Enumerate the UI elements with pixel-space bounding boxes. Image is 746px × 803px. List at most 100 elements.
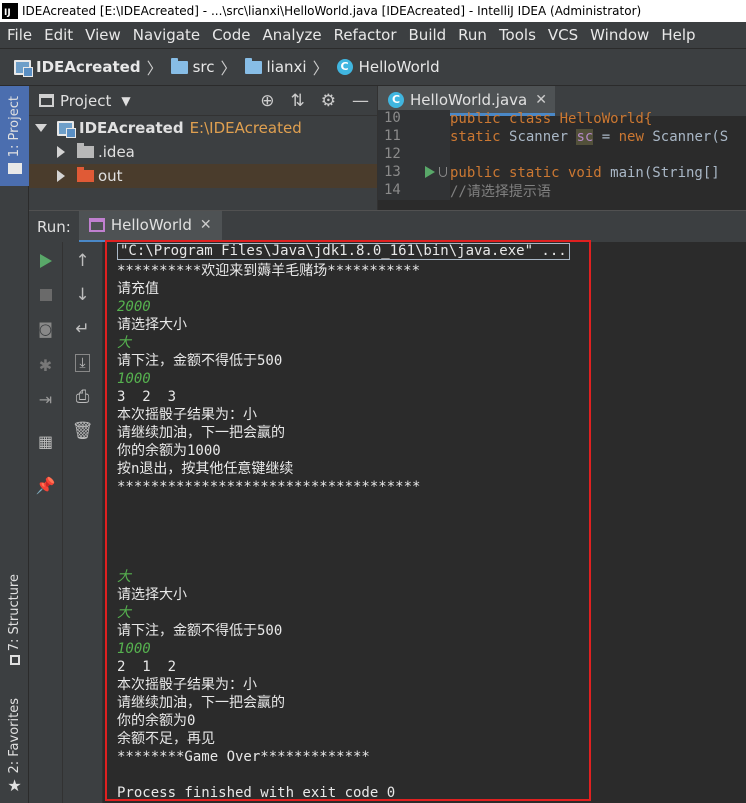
line-number: 14 — [378, 182, 422, 200]
locate-icon[interactable]: ⊕ — [260, 91, 274, 111]
dump-threads-button[interactable]: ◙ — [29, 318, 62, 340]
star-icon: ★ — [7, 775, 22, 795]
run-config-icon — [88, 218, 105, 232]
menu-vcs[interactable]: VCS — [542, 26, 584, 44]
settings-button[interactable]: ✱ — [29, 354, 62, 376]
pin-button[interactable]: 📌 — [29, 474, 62, 496]
code-line: 11 static Scanner sc = new Scanner(S — [378, 128, 746, 146]
code-variable: sc — [576, 129, 594, 145]
console-input-line: 大 — [117, 605, 131, 621]
console-output-line: 余额不足，再见 — [117, 731, 215, 747]
line-number: 13 — [378, 164, 422, 182]
tree-item-path: E:\IDEAcreated — [189, 119, 302, 137]
menu-view[interactable]: View — [79, 26, 127, 44]
exit-button[interactable]: ⇥ — [29, 388, 62, 410]
code-line: 13 public static void main(String[] — [378, 164, 746, 182]
folder-icon — [77, 167, 94, 182]
run-toolbar-secondary: ↑ ↓ ↵ ⤓ ⎙ 🗑 — [63, 242, 103, 803]
window-title: IDEAcreated [E:\IDEAcreated] - ...\src\l… — [22, 4, 642, 18]
chevron-right-icon: 〉 — [220, 59, 237, 78]
gear-icon[interactable]: ⚙ — [321, 91, 336, 111]
tree-item-label: out — [98, 167, 123, 185]
tree-item-idea[interactable]: .idea — [29, 140, 377, 164]
breadcrumb-src[interactable]: src 〉 — [170, 55, 245, 79]
print-button[interactable]: ⎙ — [63, 386, 102, 408]
exit-icon: ⇥ — [38, 389, 53, 409]
hide-icon[interactable]: — — [352, 91, 369, 111]
pin-icon: 📌 — [35, 475, 56, 495]
stop-button[interactable] — [29, 284, 62, 306]
run-toolbar-primary: ◙ ✱ ⇥ ▦ 📌 — [29, 242, 63, 803]
code-line: 14 //请选择提示语 — [378, 182, 746, 200]
project-folder-icon — [7, 163, 22, 175]
console-output[interactable]: "C:\Program Files\Java\jdk1.8.0_161\bin\… — [103, 242, 746, 803]
console-output-line: 请继续加油，下一把会赢的 — [117, 425, 285, 441]
tree-item-project-root[interactable]: IDEAcreated E:\IDEAcreated — [29, 116, 377, 140]
menu-navigate[interactable]: Navigate — [127, 26, 206, 44]
scroll-down-button[interactable]: ↓ — [63, 284, 102, 306]
menu-window[interactable]: Window — [584, 26, 655, 44]
code-keyword: static — [450, 129, 501, 145]
console-output-line: ********Game Over************* — [117, 749, 370, 765]
line-number: 12 — [378, 146, 422, 164]
scroll-up-button[interactable]: ↑ — [63, 250, 102, 272]
code-comment: //请选择提示语 — [450, 184, 551, 200]
tool-tab-favorites[interactable]: 2: Favorites ★ — [0, 698, 29, 798]
collapse-all-icon[interactable]: ⇅ — [291, 91, 305, 111]
tool-tab-project-label: 1: Project — [7, 96, 22, 158]
chevron-right-icon: 〉 — [146, 59, 163, 78]
menu-help[interactable]: Help — [655, 26, 701, 44]
breadcrumb-package[interactable]: lianxi 〉 — [244, 55, 337, 79]
clear-all-button[interactable]: 🗑 — [63, 420, 102, 442]
ide-window: IJ IDEAcreated [E:\IDEAcreated] - ...\sr… — [0, 0, 746, 803]
console-output-line: 请下注，金额不得低于500 — [117, 353, 283, 369]
tree-item-label: .idea — [98, 143, 135, 161]
tree-item-out[interactable]: out — [29, 164, 377, 188]
close-icon[interactable]: ✕ — [535, 92, 547, 108]
breadcrumb-class-label: HelloWorld — [358, 58, 440, 76]
breadcrumb-project-label: IDEAcreated — [36, 58, 141, 76]
run-tab-helloworld[interactable]: HelloWorld ✕ — [78, 210, 222, 243]
menu-code[interactable]: Code — [206, 26, 256, 44]
soft-wrap-button[interactable]: ↵ — [63, 318, 102, 340]
menu-analyze[interactable]: Analyze — [256, 26, 327, 44]
console-output-line: 本次摇骰子结果为：小 — [117, 407, 257, 423]
run-panel-header: Run: HelloWorld ✕ — [29, 210, 746, 243]
breadcrumb-src-label: src — [192, 58, 215, 76]
code-text: Scanner(S — [643, 129, 729, 145]
console-input-line: 1000 — [117, 641, 151, 657]
code-area[interactable]: 10 public class HelloWorld{ 11 static Sc… — [378, 110, 746, 210]
layout-button[interactable]: ▦ — [29, 430, 62, 452]
line-number: 10 — [378, 110, 422, 128]
menu-tools[interactable]: Tools — [493, 26, 542, 44]
scroll-to-end-button[interactable]: ⤓ — [63, 352, 102, 374]
menu-edit[interactable]: Edit — [38, 26, 79, 44]
breadcrumb: IDEAcreated 〉 src 〉 lianxi 〉 C HelloWorl… — [0, 48, 746, 86]
tool-tab-project[interactable]: 1: Project — [0, 86, 29, 186]
run-gutter-icon[interactable] — [422, 164, 450, 182]
run-tab-label: HelloWorld — [110, 216, 192, 234]
breadcrumb-project[interactable]: IDEAcreated 〉 — [14, 55, 171, 79]
console-output-line: 请选择大小 — [117, 587, 187, 603]
close-icon[interactable]: ✕ — [200, 217, 212, 233]
menu-build[interactable]: Build — [403, 26, 453, 44]
intellij-logo-icon: IJ — [2, 3, 18, 19]
project-view-selector[interactable]: Project ▼ — [39, 92, 131, 110]
play-icon — [39, 254, 52, 268]
breadcrumb-class[interactable]: C HelloWorld — [336, 58, 440, 76]
gutter-mark — [422, 146, 450, 164]
console-command-line[interactable]: "C:\Program Files\Java\jdk1.8.0_161\bin\… — [117, 243, 570, 260]
console-output-line: 3 2 3 — [117, 389, 177, 405]
tool-tab-structure[interactable]: 7: Structure — [0, 574, 29, 674]
menu-file[interactable]: File — [1, 26, 38, 44]
rerun-button[interactable] — [29, 250, 62, 272]
menu-refactor[interactable]: Refactor — [328, 26, 403, 44]
menu-run[interactable]: Run — [452, 26, 493, 44]
code-text: = — [593, 129, 619, 145]
console-input-line: 1000 — [117, 371, 151, 387]
module-icon — [57, 120, 76, 138]
console-output-line: 按n退出，按其他任意键继续 — [117, 461, 294, 477]
code-keyword: new — [618, 129, 644, 145]
folder-icon — [244, 57, 262, 74]
code-text: public class HelloWorld{ — [450, 111, 653, 127]
